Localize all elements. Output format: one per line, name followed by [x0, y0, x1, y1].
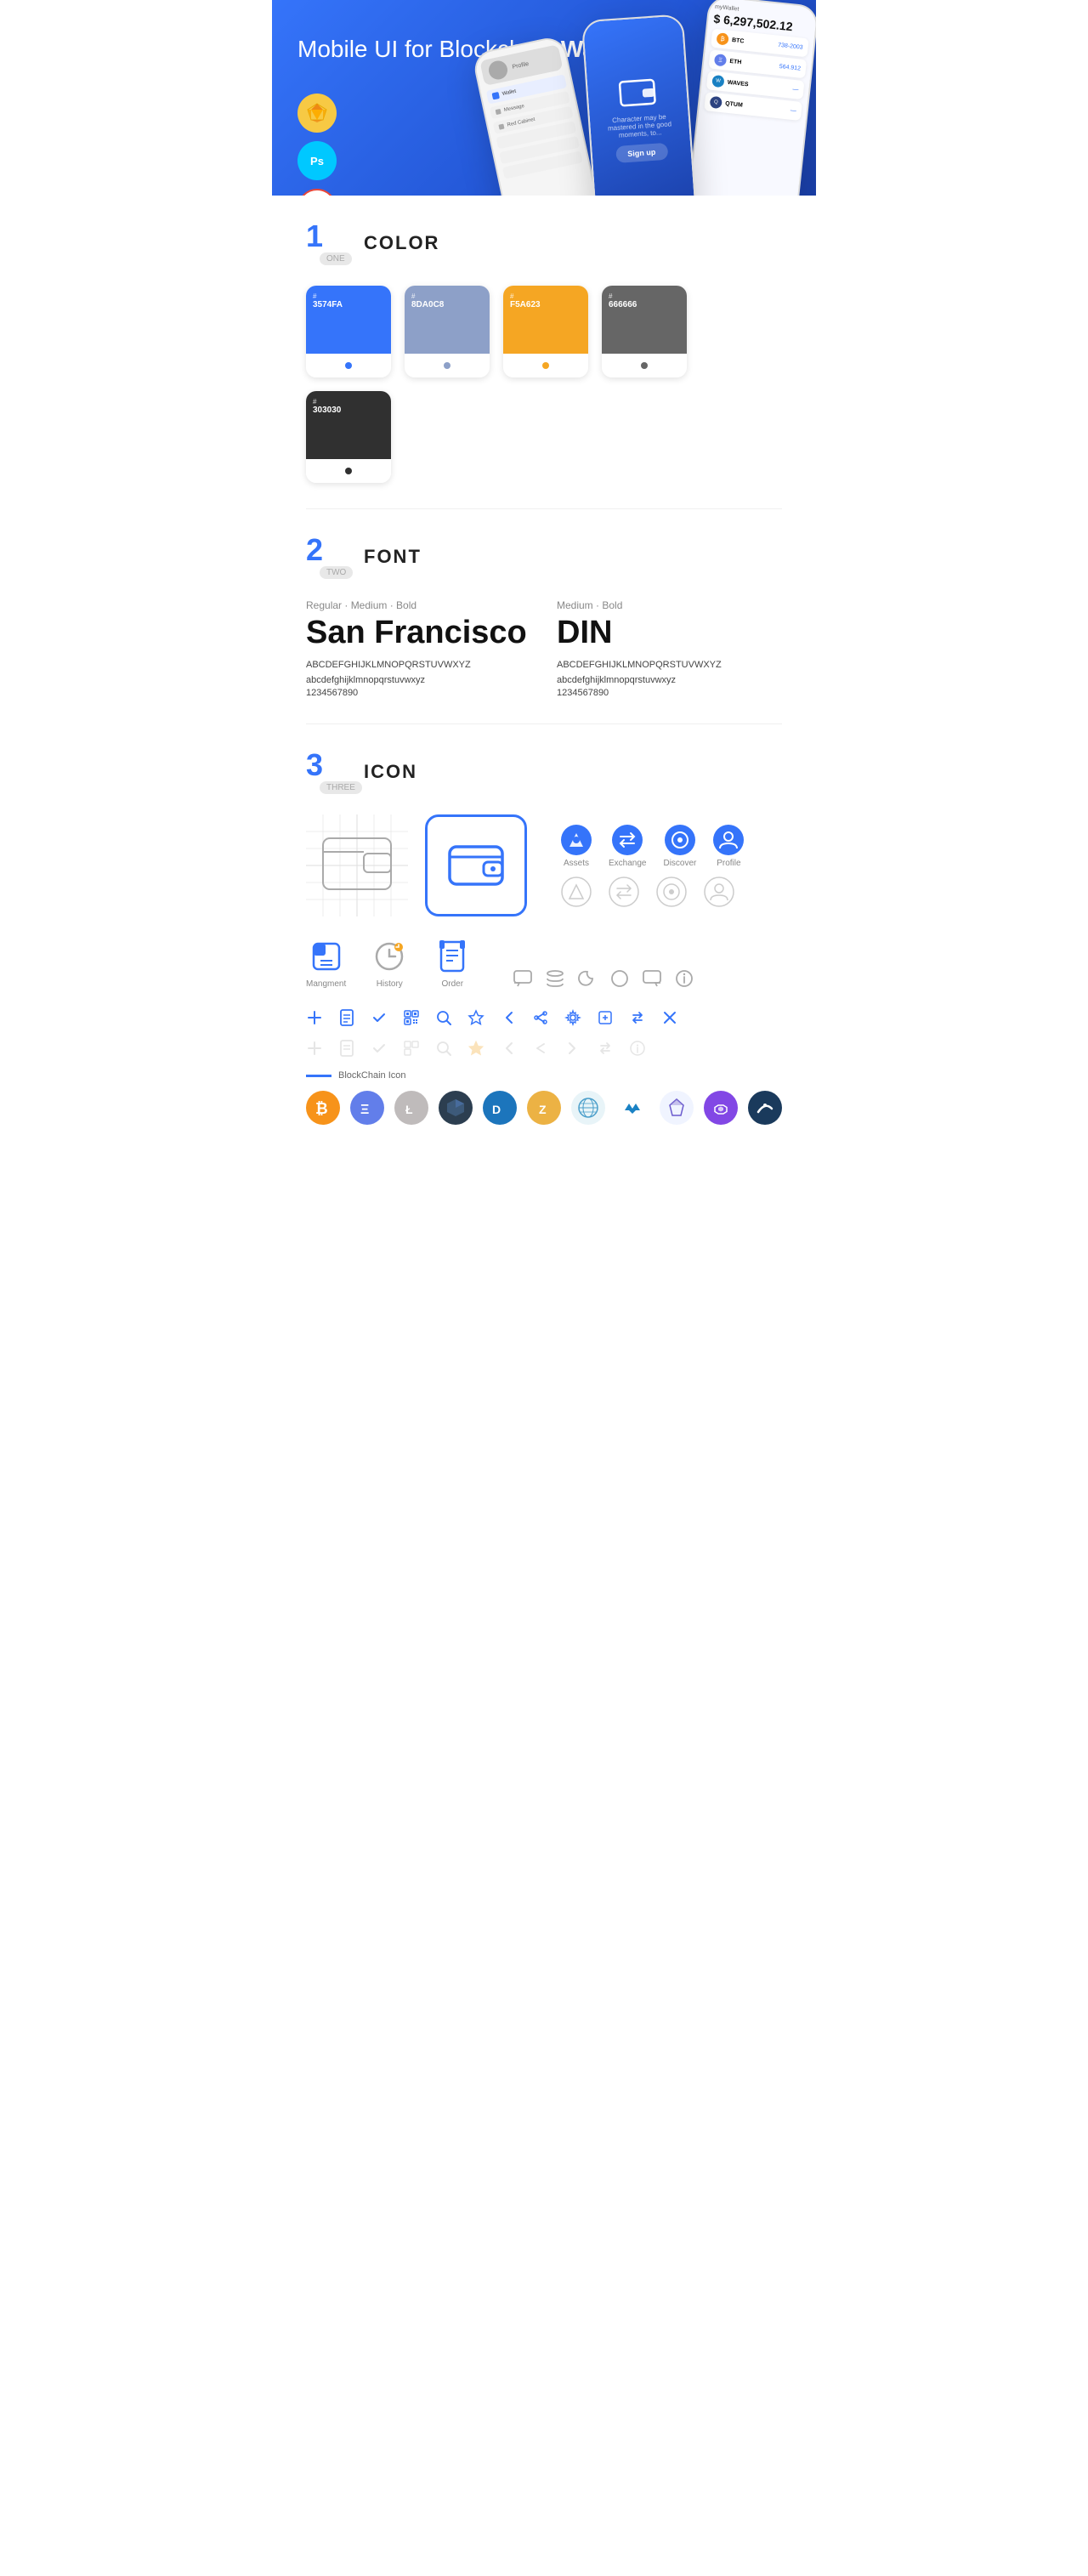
document-icon [338, 1009, 355, 1026]
plus-icon [306, 1009, 323, 1026]
nav-icon-discover-outline [656, 877, 687, 907]
font-section-header: 2 TWO FONT [306, 535, 782, 579]
color-swatch-blue: # 3574FA [306, 286, 391, 377]
icon-management: Mangment [306, 937, 346, 989]
color-swatch-orange: # F5A623 [503, 286, 588, 377]
sync-icon-dim [597, 1040, 614, 1057]
left-arrow-icon-dim [500, 1040, 517, 1057]
utility-icons-row-dim [306, 1040, 782, 1057]
chat2-icon [642, 968, 662, 989]
search-icon [435, 1009, 452, 1026]
blockchain-line-decoration [306, 1075, 332, 1077]
blockchain-label: BlockChain Icon [306, 1070, 782, 1081]
phone-mockup-wallet: Character may be mastered in the good mo… [581, 14, 697, 196]
icon-wireframe-container [306, 814, 408, 916]
hero-section: Mobile UI for Blockchain Wallet UI Kit P… [272, 0, 816, 196]
screens-badge: 60+ Screens [298, 189, 337, 196]
sketch-badge [298, 94, 337, 133]
crystal-icon [660, 1091, 694, 1125]
matic-icon [704, 1091, 738, 1125]
gear-icon [564, 1009, 581, 1026]
eth-icon: Ξ [350, 1091, 384, 1125]
document-icon-dim [338, 1040, 355, 1057]
qr-icon [403, 1009, 420, 1026]
crypto-icons-row: ₿ Ξ Ł D Z [306, 1091, 782, 1125]
svg-text:₿: ₿ [315, 1100, 328, 1117]
wallet-icon-showcase: Assets Exchange D [306, 814, 782, 916]
btc-icon: ₿ [306, 1091, 340, 1125]
color-swatch-slate: # 8DA0C8 [405, 286, 490, 377]
nav-icon-profile: Profile [713, 825, 744, 868]
font-section-number: 2 TWO [306, 535, 350, 579]
qr-icon-dim [403, 1040, 420, 1057]
dash-icon: D [483, 1091, 517, 1125]
sync-icon [629, 1009, 646, 1026]
color-section-number: 1 ONE [306, 221, 350, 265]
icon-wallet-filled [425, 814, 527, 916]
icon-title: ICON [364, 761, 417, 783]
stellar-icon [748, 1091, 782, 1125]
app-icons-row: Mangment History Order [306, 937, 782, 989]
info-icon-dim [629, 1040, 646, 1057]
blk-icon [439, 1091, 473, 1125]
share-icon [532, 1009, 549, 1026]
nav-icon-exchange: Exchange [609, 825, 646, 868]
font-sf: Regular · Medium · Bold San Francisco AB… [306, 599, 531, 698]
nav-icon-exchange-outline [609, 877, 639, 907]
svg-text:Ξ: Ξ [360, 1103, 369, 1117]
left-arrow-icon [500, 1009, 517, 1026]
grid-coin-icon [571, 1091, 605, 1125]
nav-icons-group: Assets Exchange D [561, 825, 744, 907]
nav-icons-row-outlined [561, 877, 744, 907]
svg-text:Z: Z [539, 1103, 547, 1116]
utility-icons-row [306, 1009, 782, 1026]
color-swatch-dark: # 303030 [306, 391, 391, 483]
color-section: 1 ONE COLOR # 3574FA # 8DA0C8 # F5A623 [272, 196, 816, 508]
color-section-header: 1 ONE COLOR [306, 221, 782, 265]
phone-mockup-menu: Profile Wallet Message Red Cabinet [471, 35, 601, 196]
export-icon [597, 1009, 614, 1026]
moon-icon [577, 968, 598, 989]
plus-icon-dim [306, 1040, 323, 1057]
nav-icon-discover: Discover [663, 825, 696, 868]
check-icon-dim [371, 1040, 388, 1057]
star-icon-filled [468, 1040, 484, 1057]
font-grid: Regular · Medium · Bold San Francisco AB… [306, 599, 782, 698]
right-arrow-icon-dim [564, 1040, 581, 1057]
font-title: FONT [364, 546, 422, 568]
info-icon [674, 968, 694, 989]
nav-icon-assets: Assets [561, 825, 592, 868]
color-swatches: # 3574FA # 8DA0C8 # F5A623 # 666666 [306, 286, 782, 483]
stack-icon [545, 968, 565, 989]
search-icon-dim [435, 1040, 452, 1057]
nav-icons-row-filled: Assets Exchange D [561, 825, 744, 868]
icon-grid [306, 814, 408, 916]
font-section: 2 TWO FONT Regular · Medium · Bold San F… [272, 509, 816, 723]
circle-icon [609, 968, 630, 989]
icon-section: 3 THREE ICON [272, 724, 816, 1150]
color-title: COLOR [364, 232, 439, 254]
tool-badges: Ps 60+ Screens [298, 94, 337, 196]
ps-badge: Ps [298, 141, 337, 180]
icon-section-number: 3 THREE [306, 750, 350, 794]
ltc-icon: Ł [394, 1091, 428, 1125]
font-din: Medium · Bold DIN ABCDEFGHIJKLMNOPQRSTUV… [557, 599, 782, 698]
nav-icon-profile-outline [704, 877, 734, 907]
icon-history: History [370, 937, 409, 989]
icon-section-header: 3 THREE ICON [306, 750, 782, 794]
icon-order: Order [433, 937, 472, 989]
nav-icon-assets-outline [561, 877, 592, 907]
share-icon-dim [532, 1040, 549, 1057]
star-icon [468, 1009, 484, 1026]
waves-icon [615, 1091, 649, 1125]
color-swatch-gray: # 666666 [602, 286, 687, 377]
zec-icon: Z [527, 1091, 561, 1125]
svg-text:D: D [492, 1103, 501, 1116]
chat-icon [513, 968, 533, 989]
check-icon [371, 1009, 388, 1026]
close-icon [661, 1009, 678, 1026]
misc-icons-row [513, 968, 694, 989]
phone-mockup-portfolio: myWallet $ 6,297,502.12 ₿BTC 738-2003 ΞE… [687, 0, 816, 196]
svg-text:Ł: Ł [405, 1103, 413, 1116]
